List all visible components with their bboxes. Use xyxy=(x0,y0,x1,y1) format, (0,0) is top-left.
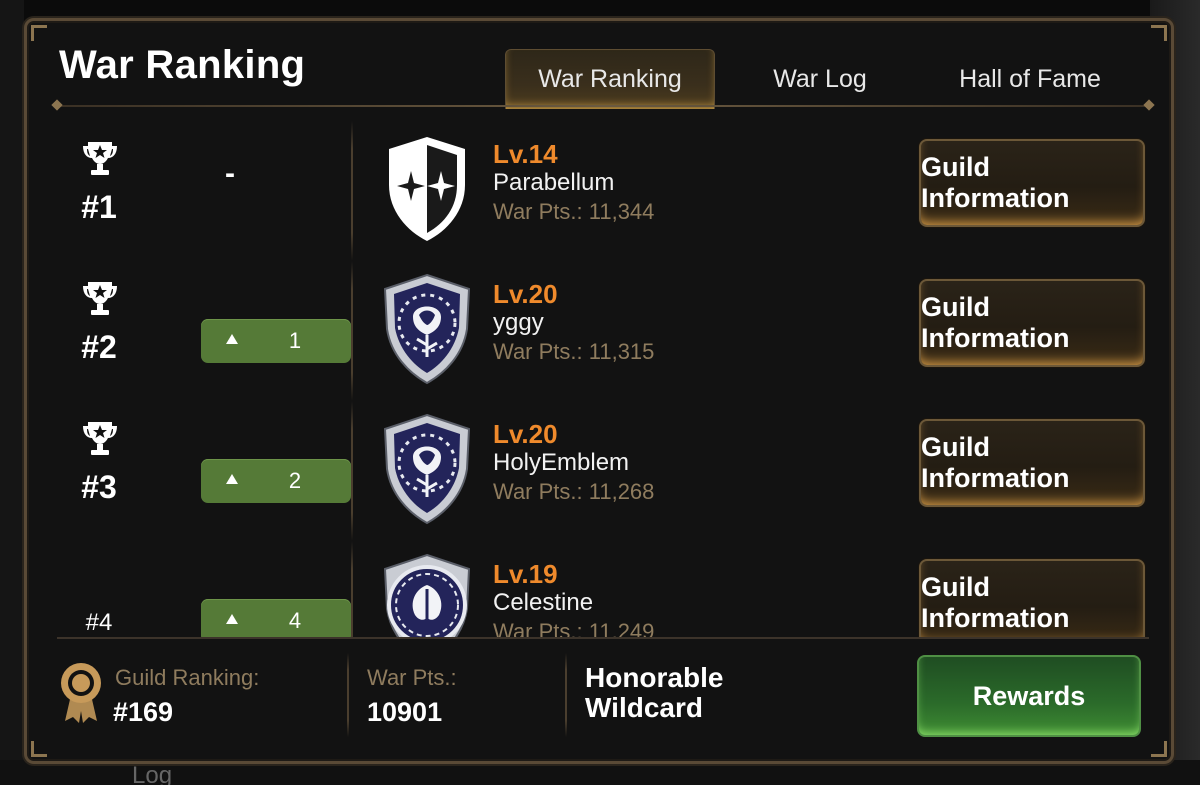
guild-information-button[interactable]: Guild Information xyxy=(919,139,1145,227)
guild-war-points: War Pts.: 11,315 xyxy=(493,339,655,364)
ranking-row: #2 1 Lv.20 yggy War Pts.: 11,315 Guild I… xyxy=(57,261,1149,401)
guild-name: HolyEmblem xyxy=(493,449,630,476)
moth-shield-icon xyxy=(383,553,471,639)
guild-name: Celestine xyxy=(493,589,594,616)
arrow-up-icon xyxy=(226,614,238,624)
arrow-up-icon xyxy=(226,334,238,344)
rank-change-value: 1 xyxy=(288,328,302,353)
guild-level: Lv.14 xyxy=(493,139,558,169)
rose-shield-icon xyxy=(383,413,471,525)
rank-number: #2 xyxy=(81,329,117,365)
war-points-value: 10901 xyxy=(367,697,443,727)
guild-information-button[interactable]: Guild Information xyxy=(919,279,1145,367)
arrow-up-icon xyxy=(226,474,238,484)
ranking-row: #4 4 Lv.19 Celestine War Pts.: 11,249 Gu… xyxy=(57,541,1149,639)
rank-change: - xyxy=(225,157,235,190)
ranking-row: #3 2 Lv.20 HolyEmblem War Pts.: 11,268 G… xyxy=(57,401,1149,541)
war-tier-line1: Honorable xyxy=(585,662,724,693)
war-tier-line2: Wildcard xyxy=(585,692,703,723)
rose-shield-icon xyxy=(383,273,471,385)
rewards-button[interactable]: Rewards xyxy=(917,655,1141,737)
guild-war-points: War Pts.: 11,249 xyxy=(493,619,655,639)
background-log-label: Log xyxy=(132,762,173,785)
rank-change-badge: 4 xyxy=(201,599,351,639)
guild-level: Lv.20 xyxy=(493,279,558,309)
guild-ranking-value: #169 xyxy=(113,697,174,727)
trophy-icon xyxy=(83,142,117,175)
guild-information-button[interactable]: Guild Information xyxy=(919,559,1145,639)
guild-information-button[interactable]: Guild Information xyxy=(919,419,1145,507)
tab-war-ranking[interactable]: War Ranking xyxy=(505,49,715,109)
rank-number: #4 xyxy=(85,609,113,636)
rank-change-value: 2 xyxy=(288,468,302,493)
ranking-row: #1 - Lv.14 Parabellum War Pts.: 11,344 G… xyxy=(57,121,1149,261)
header-divider xyxy=(57,105,1149,107)
tab-hall-of-fame[interactable]: Hall of Fame xyxy=(925,49,1135,109)
background-left xyxy=(0,0,24,785)
guild-name: yggy xyxy=(493,309,544,336)
guild-level: Lv.20 xyxy=(493,419,558,449)
rank-number: #3 xyxy=(81,469,117,505)
trophy-icon xyxy=(83,422,117,455)
page-title: War Ranking xyxy=(59,43,306,87)
guild-level: Lv.19 xyxy=(493,559,558,589)
medal-icon xyxy=(61,663,101,723)
war-tier: Honorable Wildcard xyxy=(585,663,723,723)
tab-bar: War Ranking War Log Hall of Fame xyxy=(505,49,1135,109)
guild-name: Parabellum xyxy=(493,169,615,196)
trophy-icon xyxy=(83,282,117,315)
tab-war-log[interactable]: War Log xyxy=(715,49,925,109)
white-shield-star-icon xyxy=(389,137,465,241)
footer-divider xyxy=(57,637,1149,639)
war-points-label: War Pts.: xyxy=(367,665,457,690)
rank-number: #1 xyxy=(81,189,117,225)
ranking-list[interactable]: #1 - Lv.14 Parabellum War Pts.: 11,344 G… xyxy=(57,121,1149,639)
war-ranking-panel: War Ranking War Ranking War Log Hall of … xyxy=(24,18,1174,764)
guild-war-points: War Pts.: 11,344 xyxy=(493,199,655,224)
rank-change-badge: 2 xyxy=(201,459,351,503)
rank-change-value: 4 xyxy=(288,608,302,633)
rank-change-badge: 1 xyxy=(201,319,351,363)
guild-war-points: War Pts.: 11,268 xyxy=(493,479,655,504)
guild-ranking-label: Guild Ranking: xyxy=(115,665,260,690)
